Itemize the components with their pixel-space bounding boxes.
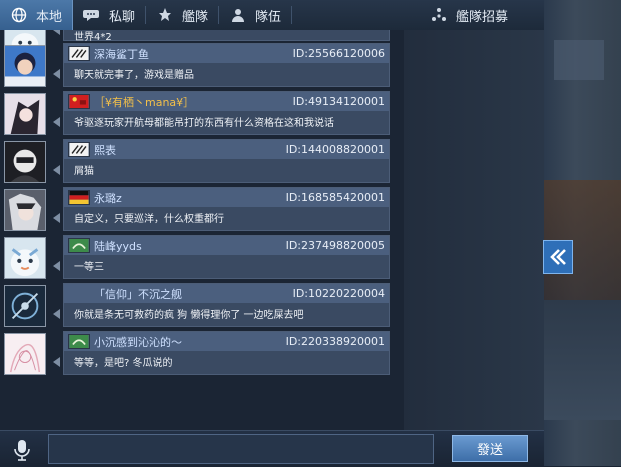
player-id: ID:220338920001 [285,335,385,348]
list-item: ［¥有栖丶mana¥］ ID:49134120001 爷驱逐玩家开航母都能吊打的… [0,90,404,138]
tab-fleet-recruit[interactable]: 艦隊招募 [420,0,544,30]
avatar[interactable] [4,45,46,87]
fleet-icon [156,7,174,23]
list-item: 世界4*2 [0,30,404,57]
message-bubble: 熙表 ID:144008820001 屑猫 [63,139,390,183]
player-id: ID:168585420001 [285,191,385,204]
message-bubble: 世界4*2 [63,30,390,43]
tab-fleet-recruit-label: 艦隊招募 [455,9,508,25]
list-item: 小沉感到沁沁的～ ID:220338920001 等等，是吧? 冬瓜说的 [0,330,404,378]
background-decor [544,300,621,420]
sender-name[interactable]: 深海鲨丁鱼 [94,46,293,62]
background-decor [554,40,604,80]
chat-channel-tabs: 本地 私聊 艦隊 隊伍 艦隊招募 [0,0,544,31]
game-background-panel [544,0,621,466]
list-item: 「信仰」不沉之舰 ID:10220220004 你就是条无可救药的疯 狗 懒得理… [0,282,404,330]
tab-divider [291,6,293,24]
player-id: ID:10220220004 [292,287,385,300]
message-bubble: 深海鲨丁鱼 ID:25566120006 聊天就完事了，游戏是赠品 [63,43,390,87]
fleet-emblem-icon [68,190,90,205]
message-header: 永璐z ID:168585420001 [64,188,389,207]
recruit-icon [430,7,448,23]
bubble-pointer [53,69,60,79]
avatar[interactable] [4,93,46,135]
player-id: ID:25566120006 [292,47,385,60]
tab-fleet[interactable]: 艦隊 [146,0,218,30]
bubble-pointer [53,30,60,35]
fleet-emblem-icon [68,142,90,157]
list-item: 深海鲨丁鱼 ID:25566120006 聊天就完事了，游戏是赠品 [0,42,404,90]
message-header: 熙表 ID:144008820001 [64,140,389,159]
fleet-emblem-icon [68,94,90,109]
avatar[interactable] [4,285,46,327]
sender-name[interactable]: 永璐z [94,190,286,206]
tab-team[interactable]: 隊伍 [219,0,291,30]
message-text: 一等三 [74,262,104,273]
message-bubble: 陆峰yyds ID:237498820005 一等三 [63,235,390,279]
voice-input-button[interactable] [11,439,33,461]
double-chevron-left-icon [550,249,566,265]
avatar[interactable] [4,237,46,279]
avatar[interactable] [4,141,46,183]
message-text: 自定义，只要巡洋，什么权重都行 [74,214,224,225]
message-bubble: ［¥有栖丶mana¥］ ID:49134120001 爷驱逐玩家开航母都能吊打的… [63,91,390,135]
bubble-pointer [53,165,60,175]
tab-fleet-label: 艦隊 [182,9,209,25]
message-text: 等等，是吧? 冬瓜说的 [74,358,173,369]
player-id: ID:237498820005 [285,239,385,252]
message-header: 「信仰」不沉之舰 ID:10220220004 [64,284,389,303]
message-header: ［¥有栖丶mana¥］ ID:49134120001 [64,92,389,111]
bubble-pointer [53,357,60,367]
fleet-emblem-icon [68,238,90,253]
bubble-pointer [53,261,60,271]
sender-name[interactable]: 小沉感到沁沁的～ [94,334,286,350]
message-text: 屑猫 [74,166,94,177]
message-text: 你就是条无可救药的疯 狗 懒得理你了 一边吃屎去吧 [74,310,304,321]
sender-name[interactable]: 陆峰yyds [94,238,286,254]
avatar[interactable] [4,189,46,231]
globe-icon [10,7,28,23]
bubble-pointer [53,117,60,127]
message-header: 深海鲨丁鱼 ID:25566120006 [64,44,389,63]
microphone-icon [14,440,30,461]
message-bubble: 永璐z ID:168585420001 自定义，只要巡洋，什么权重都行 [63,187,390,231]
player-id: ID:49134120001 [292,95,385,108]
message-text: 爷驱逐玩家开航母都能吊打的东西有什么资格在这和我说话 [74,118,334,129]
message-text: 聊天就完事了，游戏是赠品 [74,70,194,81]
avatar[interactable] [4,333,46,375]
collapse-chat-button[interactable] [543,240,573,274]
tab-private-chat[interactable]: 私聊 [73,0,145,30]
list-item: 熙表 ID:144008820001 屑猫 [0,138,404,186]
fleet-emblem-icon [68,334,90,349]
tab-private-chat-label: 私聊 [109,9,136,25]
player-id: ID:144008820001 [285,143,385,156]
chat-bubble-icon [83,7,101,23]
list-item: 陆峰yyds ID:237498820005 一等三 [0,234,404,282]
fleet-emblem-icon [68,46,90,61]
tab-local[interactable]: 本地 [0,0,74,30]
tab-local-label: 本地 [36,9,63,25]
message-header: 小沉感到沁沁的～ ID:220338920001 [64,332,389,351]
message-bubble: 「信仰」不沉之舰 ID:10220220004 你就是条无可救药的疯 狗 懒得理… [63,283,390,327]
bubble-pointer [53,213,60,223]
sender-name[interactable]: ［¥有栖丶mana¥］ [94,94,293,110]
bubble-pointer [53,309,60,319]
list-item: 永璐z ID:168585420001 自定义，只要巡洋，什么权重都行 [0,186,404,234]
message-bubble: 小沉感到沁沁的～ ID:220338920001 等等，是吧? 冬瓜说的 [63,331,390,375]
sender-name[interactable]: 「信仰」不沉之舰 [94,286,293,302]
sender-name[interactable]: 熙表 [94,142,286,158]
chat-side-panel [404,30,544,430]
chat-message-list[interactable]: 世界4*2 深海鲨丁鱼 ID:25566120006 聊天就完事了，游戏是赠品 … [0,30,404,430]
tab-team-label: 隊伍 [255,9,282,25]
message-header: 陆峰yyds ID:237498820005 [64,236,389,255]
team-icon [229,7,247,23]
send-button[interactable]: 發送 [452,435,528,462]
message-input[interactable] [48,434,434,464]
